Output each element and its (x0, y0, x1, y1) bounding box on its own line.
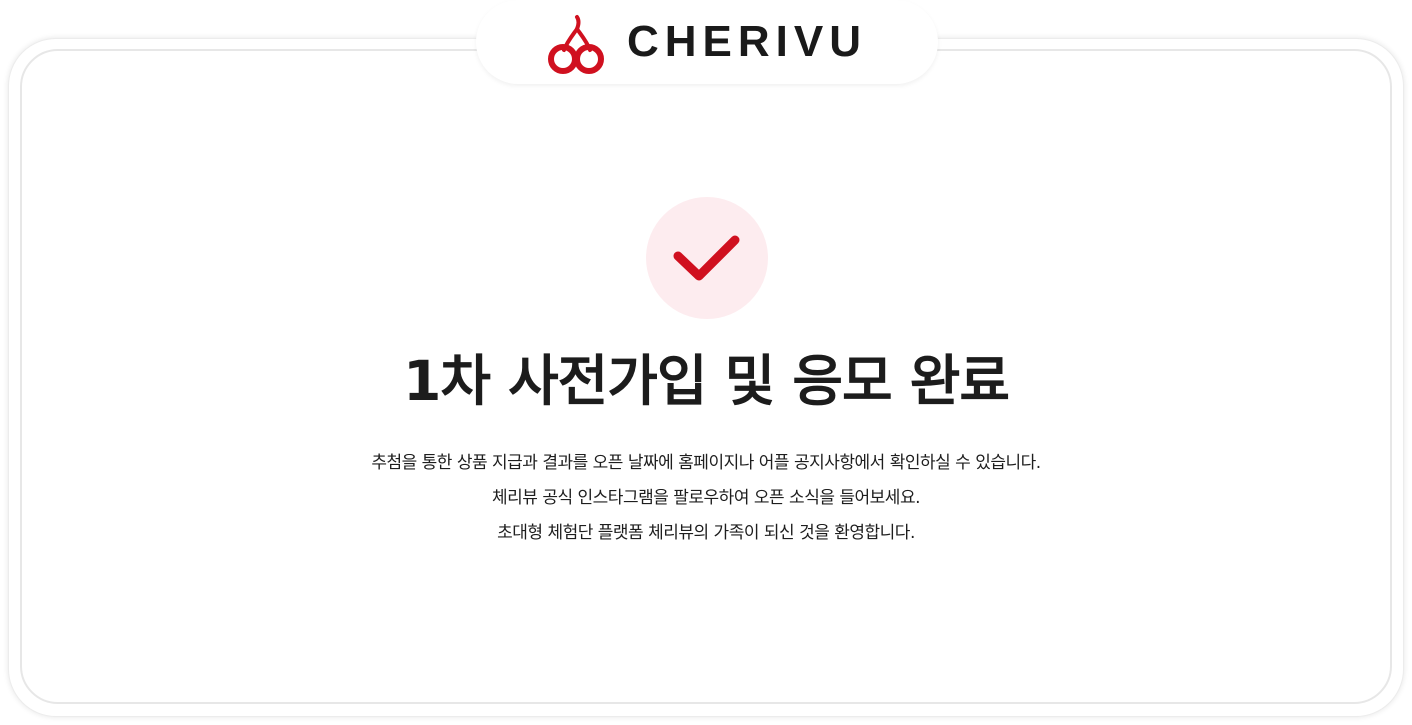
logo-header: CHERIVU (476, 0, 938, 84)
checkmark-icon (673, 235, 740, 281)
info-messages: 추첨을 통한 상품 지급과 결과를 오픈 날짜에 홈페이지나 어플 공지사항에서… (0, 446, 1412, 551)
brand-name: CHERIVU (626, 17, 868, 66)
message-line: 초대형 체험단 플랫폼 체리뷰의 가족이 되신 것을 환영합니다. (497, 523, 915, 543)
message-line: 체리뷰 공식 인스타그램을 팔로우하여 오픈 소식을 들어보세요. (492, 488, 920, 508)
cherry-icon (547, 15, 604, 74)
page-title: 1차 사전가입 및 응모 완료 (403, 349, 1010, 413)
page-root: CHERIVU 1차 사전가입 및 응모 완료 추첨을 통한 상품 지급과 결과… (0, 0, 1412, 725)
message-line: 추첨을 통한 상품 지급과 결과를 오픈 날짜에 홈페이지나 어플 공지사항에서… (371, 453, 1041, 473)
success-badge (646, 197, 768, 319)
